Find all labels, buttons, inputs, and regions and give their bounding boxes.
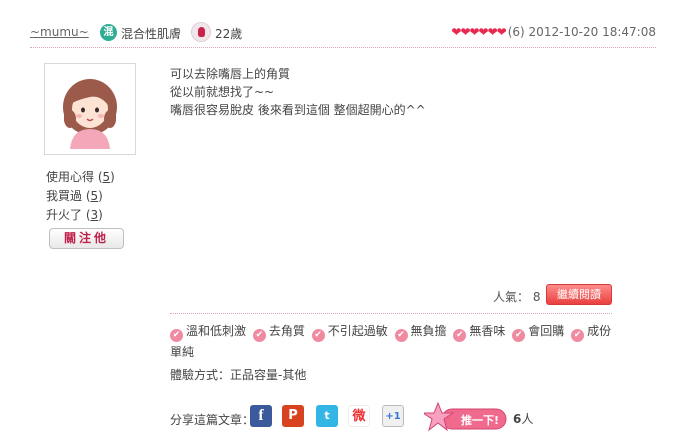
- check-icon: ✔: [311, 329, 325, 342]
- heart-rating-icon: ❤❤❤❤❤❤: [451, 25, 506, 39]
- skin-type-label: 混合性肌膚: [121, 27, 182, 41]
- follow-button[interactable]: 關注他: [49, 228, 124, 249]
- check-icon: ✔: [394, 329, 408, 342]
- username-link[interactable]: ~mumu~: [30, 25, 89, 39]
- user-stats: 使用心得 (5) 我買過 (5) 升火了 (3): [46, 168, 115, 225]
- stat-level-up: 升火了 (3): [46, 208, 103, 222]
- stat-purchased: 我買過 (5): [46, 189, 103, 203]
- push-count: 6人: [513, 412, 534, 426]
- check-icon: ✔: [252, 329, 266, 342]
- post-timestamp: 2012-10-20 18:47:08: [528, 25, 656, 39]
- read-more-button[interactable]: 繼續閱讀: [546, 284, 612, 305]
- popularity-label: 人氣：: [493, 290, 530, 304]
- avatar[interactable]: [44, 63, 136, 155]
- header-divider: [30, 47, 656, 48]
- push-button[interactable]: 推一下!: [424, 402, 508, 432]
- stat-label: 我買過: [46, 189, 83, 203]
- review-tags: ✔ 溫和低刺激 ✔ 去角質 ✔ 不引起過敏 ✔ 無負擔 ✔ 無香味 ✔ 會回購 ✔ 成份單純: [170, 321, 615, 362]
- stat-purchased-link[interactable]: 5: [91, 189, 99, 203]
- age-label: 22歲: [215, 27, 243, 41]
- tag-item: ✔ 不引起過敏: [311, 324, 388, 342]
- experience-label: 體驗方式：: [170, 368, 231, 382]
- stat-level-up-link[interactable]: 3: [91, 208, 99, 222]
- age-icon: [191, 22, 211, 42]
- check-icon: ✔: [512, 329, 526, 342]
- review-line: 從以前就想找了~~: [170, 85, 275, 99]
- check-icon: ✔: [170, 329, 183, 342]
- tag-item: ✔ 去角質: [252, 324, 305, 342]
- tag-item: ✔ 無香味: [453, 324, 505, 342]
- review-header: ~mumu~ 混 混合性肌膚 22歲 ❤❤❤❤❤❤ (6) 2012-10-20 …: [30, 22, 656, 44]
- google-plus-icon[interactable]: +1: [382, 405, 404, 427]
- stat-reviews: 使用心得 (5): [46, 170, 115, 184]
- stat-label: 升火了: [46, 208, 83, 222]
- stat-label: 使用心得: [46, 170, 95, 184]
- tags-divider: [170, 313, 612, 314]
- review-line: 可以去除嘴唇上的角質: [170, 67, 291, 81]
- experience-value: 正品容量-其他: [230, 368, 307, 382]
- rating: ❤❤❤❤❤❤ (6) 2012-10-20 18:47:08: [451, 25, 656, 39]
- push-label: 推一下!: [461, 413, 499, 427]
- tag-item: ✔ 無負擔: [394, 324, 447, 342]
- check-icon: ✔: [571, 329, 585, 342]
- tag-item: ✔ 會回購: [512, 324, 564, 342]
- avatar-girl-icon: [63, 79, 117, 149]
- facebook-icon[interactable]: f: [250, 405, 272, 427]
- skin-type-icon: 混: [100, 24, 117, 41]
- plurk-icon[interactable]: P: [282, 405, 304, 427]
- stat-reviews-link[interactable]: 5: [103, 170, 111, 184]
- weibo-icon[interactable]: 微: [348, 405, 370, 427]
- popularity-value: 8: [532, 290, 541, 304]
- experience-method: 體驗方式：正品容量-其他: [170, 366, 306, 383]
- share-label: 分享這篇文章：: [170, 413, 255, 427]
- twitter-icon[interactable]: t: [316, 405, 338, 427]
- rating-count: (6): [507, 25, 525, 39]
- popularity: 人氣： 8: [493, 288, 540, 305]
- tag-item: ✔ 溫和低刺激: [170, 324, 246, 342]
- review-line: 嘴唇很容易脫皮 後來看到這個 整個超開心的^^: [170, 103, 426, 117]
- check-icon: ✔: [453, 329, 467, 342]
- review-body: 可以去除嘴唇上的角質 從以前就想找了~~ 嘴唇很容易脫皮 後來看到這個 整個超開…: [170, 65, 426, 119]
